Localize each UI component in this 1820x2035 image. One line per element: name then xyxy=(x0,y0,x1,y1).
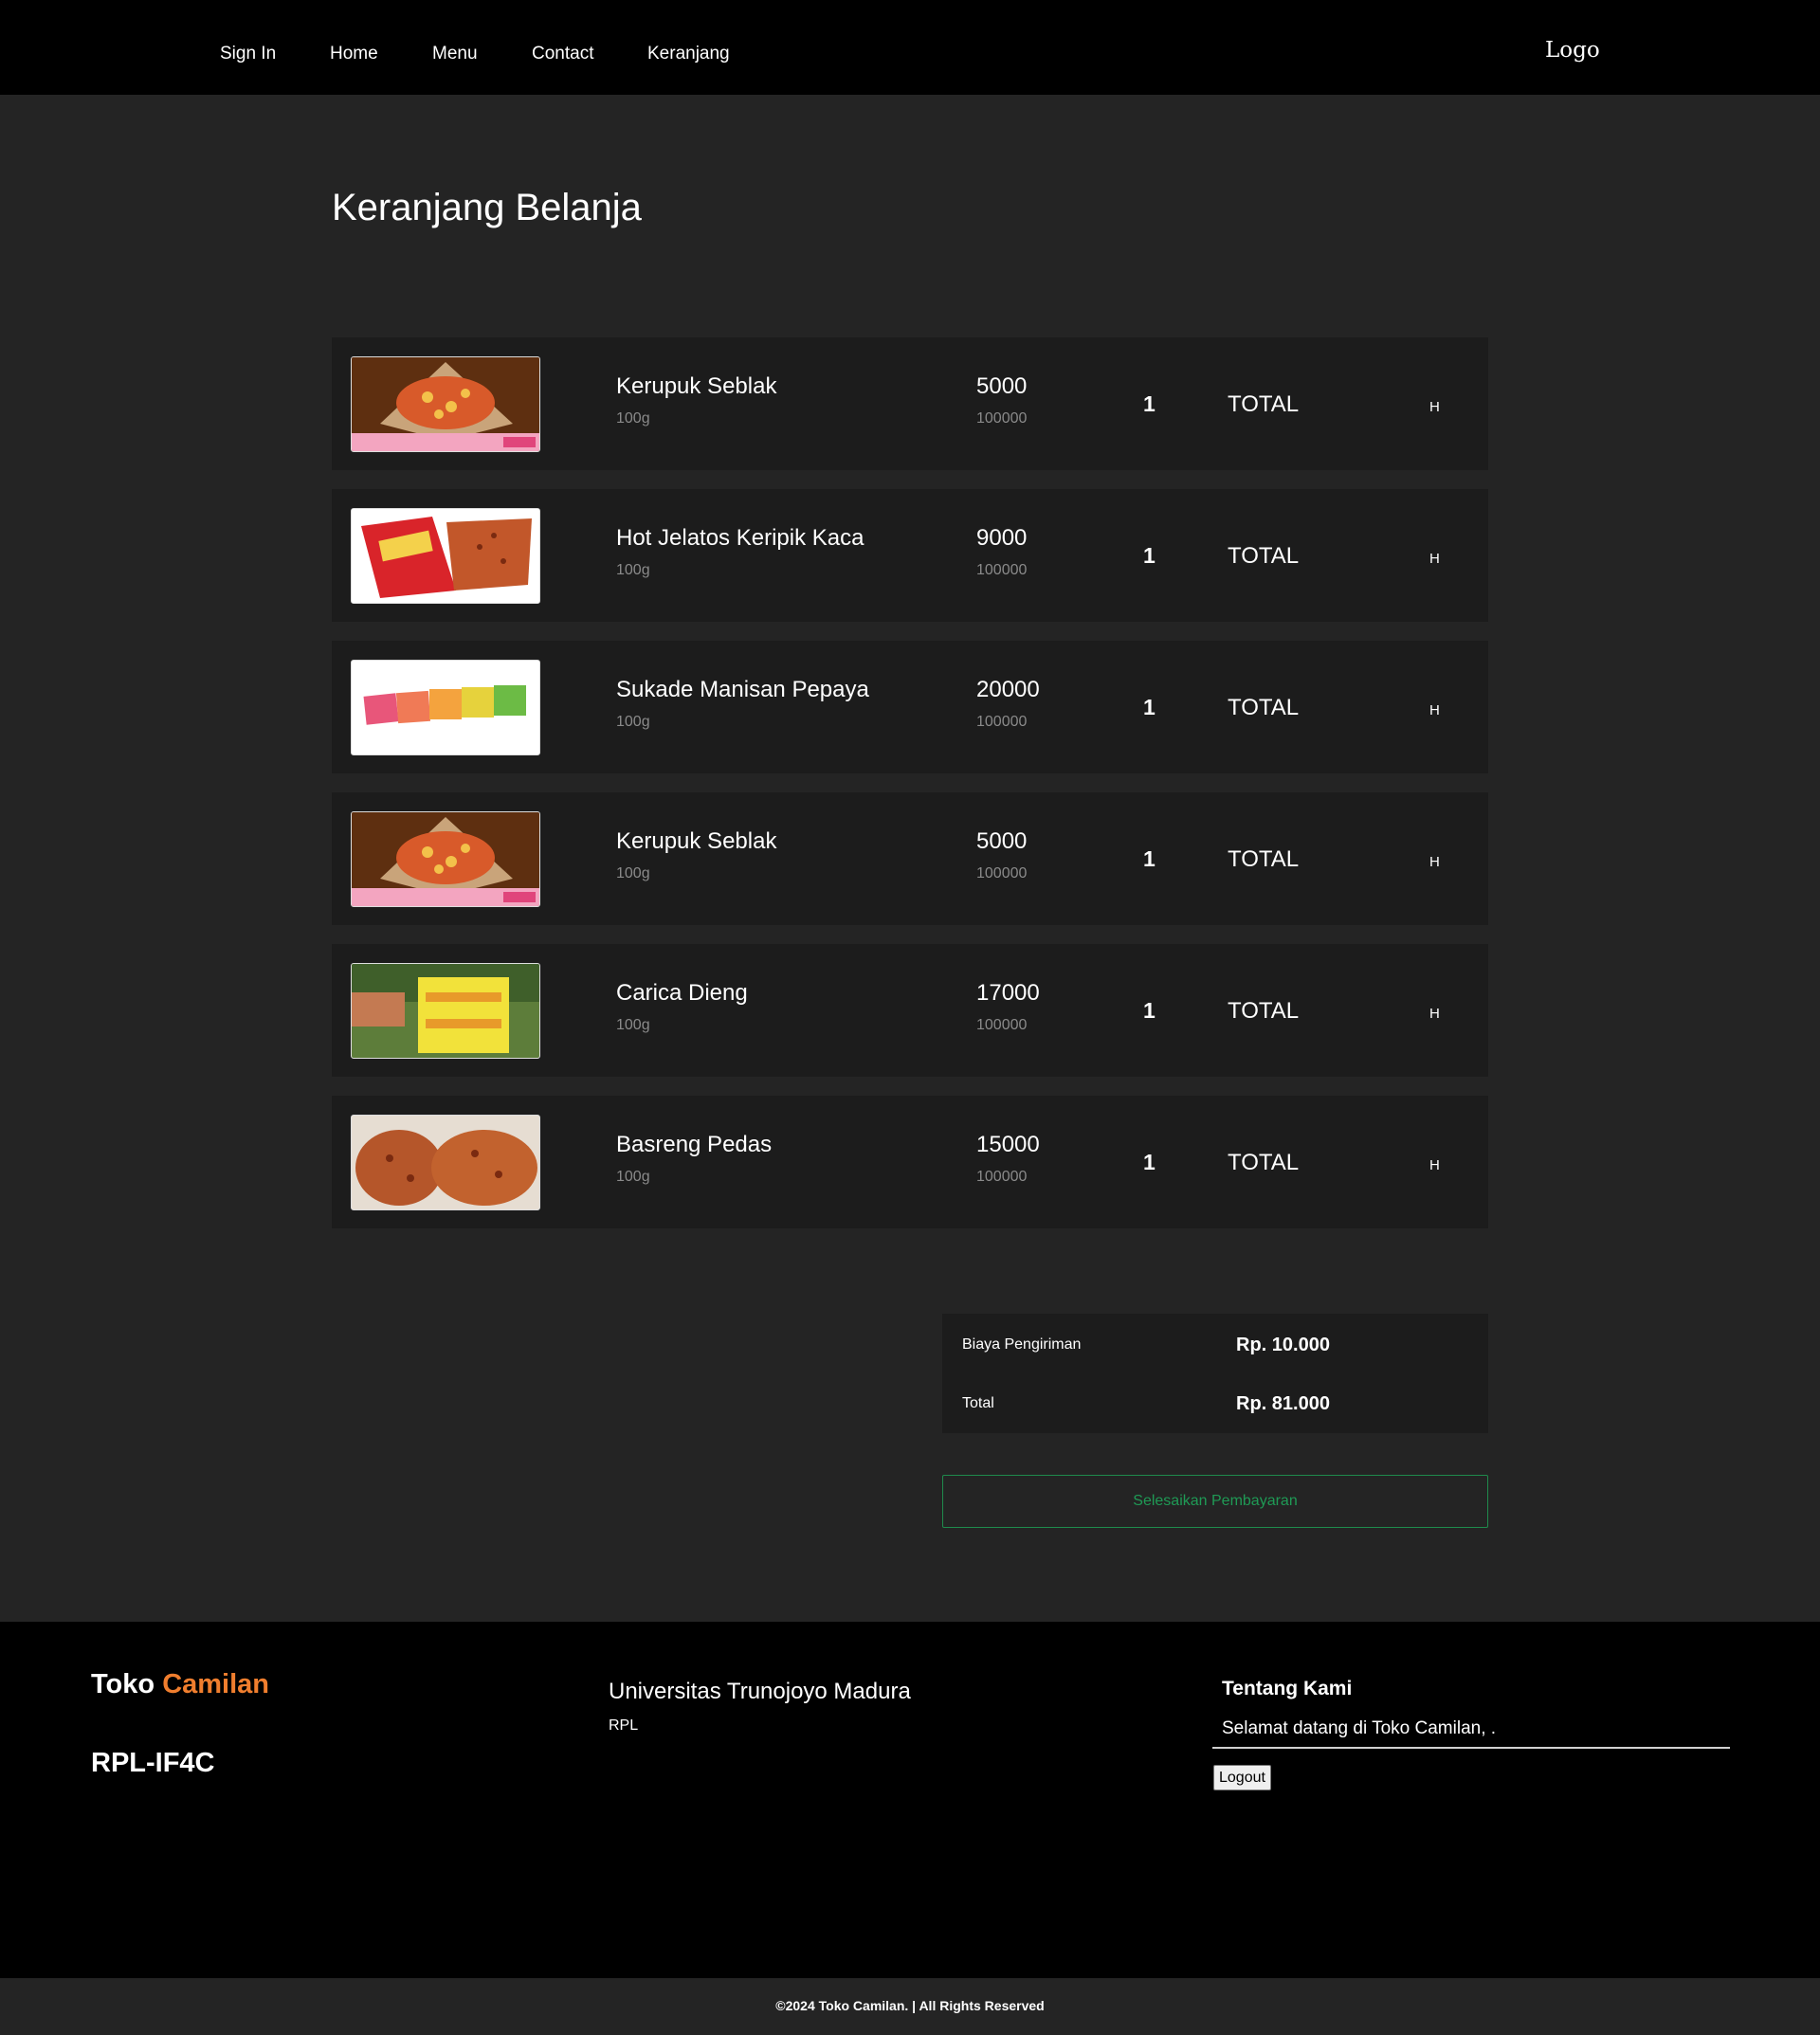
item-total: TOTAL xyxy=(1228,391,1300,417)
item-quantity[interactable]: 1 xyxy=(1143,543,1156,569)
brand-prefix: Toko xyxy=(91,1669,155,1699)
item-quantity[interactable]: 1 xyxy=(1143,1150,1156,1175)
item-stock: 100000 xyxy=(976,1169,1028,1185)
item-stock: 100000 xyxy=(976,410,1028,427)
total-label: Total xyxy=(962,1395,994,1411)
nav-keranjang[interactable]: Keranjang xyxy=(647,44,730,64)
carica-image xyxy=(351,963,540,1059)
footer: Toko Camilan RPL-IF4C Universitas Trunoj… xyxy=(0,1622,1820,1978)
navbar: Sign In Home Menu Contact Keranjang Logo xyxy=(0,0,1820,95)
item-name: Kerupuk Seblak xyxy=(616,373,777,399)
item-quantity[interactable]: 1 xyxy=(1143,998,1156,1024)
about-title: Tentang Kami xyxy=(1222,1678,1353,1699)
about-text: Selamat datang di Toko Camilan, . xyxy=(1222,1718,1497,1738)
cart-row: Basreng Pedas 100g 15000 100000 1 TOTAL … xyxy=(332,1096,1488,1228)
item-name: Sukade Manisan Pepaya xyxy=(616,677,869,702)
university-name: Universitas Trunojoyo Madura xyxy=(609,1679,911,1704)
item-weight: 100g xyxy=(616,410,650,427)
item-weight: 100g xyxy=(616,562,650,578)
item-stock: 100000 xyxy=(976,562,1028,578)
item-price: 15000 xyxy=(976,1132,1040,1157)
item-name: Basreng Pedas xyxy=(616,1132,773,1157)
footer-brand: Toko Camilan xyxy=(91,1669,269,1700)
page-title: Keranjang Belanja xyxy=(332,187,642,228)
total-value: Rp. 81.000 xyxy=(1236,1393,1330,1414)
item-total: TOTAL xyxy=(1228,846,1300,872)
item-weight: 100g xyxy=(616,1169,650,1185)
item-stock: 100000 xyxy=(976,714,1028,730)
cart-row: Hot Jelatos Keripik Kaca 100g 9000 10000… xyxy=(332,489,1488,622)
kerupuk-seblak-image xyxy=(351,811,540,907)
item-quantity[interactable]: 1 xyxy=(1143,695,1156,720)
divider xyxy=(1212,1747,1730,1749)
item-weight: 100g xyxy=(616,714,650,730)
complete-payment-button[interactable]: Selesaikan Pembayaran xyxy=(942,1475,1488,1528)
sukade-image xyxy=(351,660,540,755)
logout-button[interactable]: Logout xyxy=(1213,1765,1271,1790)
item-weight: 100g xyxy=(616,865,650,881)
cart-row: Kerupuk Seblak 100g 5000 100000 1 TOTAL … xyxy=(332,337,1488,470)
cart-row: Carica Dieng 100g 17000 100000 1 TOTAL H xyxy=(332,944,1488,1077)
item-name: Hot Jelatos Keripik Kaca xyxy=(616,525,864,551)
class-name: RPL-IF4C xyxy=(91,1748,215,1778)
nav-sign-in[interactable]: Sign In xyxy=(220,44,276,64)
basreng-image xyxy=(351,1115,540,1210)
kerupuk-seblak-image xyxy=(351,356,540,452)
item-stock: 100000 xyxy=(976,865,1028,881)
cart-row: Kerupuk Seblak 100g 5000 100000 1 TOTAL … xyxy=(332,792,1488,925)
brand-accent: Camilan xyxy=(162,1669,270,1699)
shipping-label: Biaya Pengiriman xyxy=(962,1336,1082,1353)
shipping-value: Rp. 10.000 xyxy=(1236,1335,1330,1355)
copyright: ©2024 Toko Camilan. | All Rights Reserve… xyxy=(775,1998,1045,2013)
item-weight: 100g xyxy=(616,1017,650,1033)
keripik-kaca-image xyxy=(351,508,540,604)
item-price: 17000 xyxy=(976,980,1040,1006)
item-total: TOTAL xyxy=(1228,695,1300,720)
item-quantity[interactable]: 1 xyxy=(1143,846,1156,872)
copyright-bar: ©2024 Toko Camilan. | All Rights Reserve… xyxy=(0,1978,1820,2035)
cart-row: Sukade Manisan Pepaya 100g 20000 100000 … xyxy=(332,641,1488,773)
remove-item-button[interactable]: H xyxy=(1429,1006,1440,1022)
remove-item-button[interactable]: H xyxy=(1429,399,1440,415)
university-subtitle: RPL xyxy=(609,1717,639,1734)
order-summary: Biaya Pengiriman Rp. 10.000 Total Rp. 81… xyxy=(942,1314,1488,1433)
item-total: TOTAL xyxy=(1228,1150,1300,1175)
item-price: 5000 xyxy=(976,373,1028,399)
logo[interactable]: Logo xyxy=(1545,38,1600,63)
item-name: Carica Dieng xyxy=(616,980,748,1006)
item-stock: 100000 xyxy=(976,1017,1028,1033)
remove-item-button[interactable]: H xyxy=(1429,854,1440,870)
remove-item-button[interactable]: H xyxy=(1429,551,1440,567)
item-total: TOTAL xyxy=(1228,543,1300,569)
item-total: TOTAL xyxy=(1228,998,1300,1024)
cart-list: Kerupuk Seblak 100g 5000 100000 1 TOTAL … xyxy=(332,337,1488,1247)
item-name: Kerupuk Seblak xyxy=(616,828,777,854)
item-price: 20000 xyxy=(976,677,1040,702)
nav-menu[interactable]: Menu xyxy=(432,44,478,64)
item-price: 9000 xyxy=(976,525,1028,551)
nav-home[interactable]: Home xyxy=(330,44,378,64)
item-quantity[interactable]: 1 xyxy=(1143,391,1156,417)
remove-item-button[interactable]: H xyxy=(1429,702,1440,718)
nav-contact[interactable]: Contact xyxy=(532,44,593,64)
remove-item-button[interactable]: H xyxy=(1429,1157,1440,1173)
item-price: 5000 xyxy=(976,828,1028,854)
